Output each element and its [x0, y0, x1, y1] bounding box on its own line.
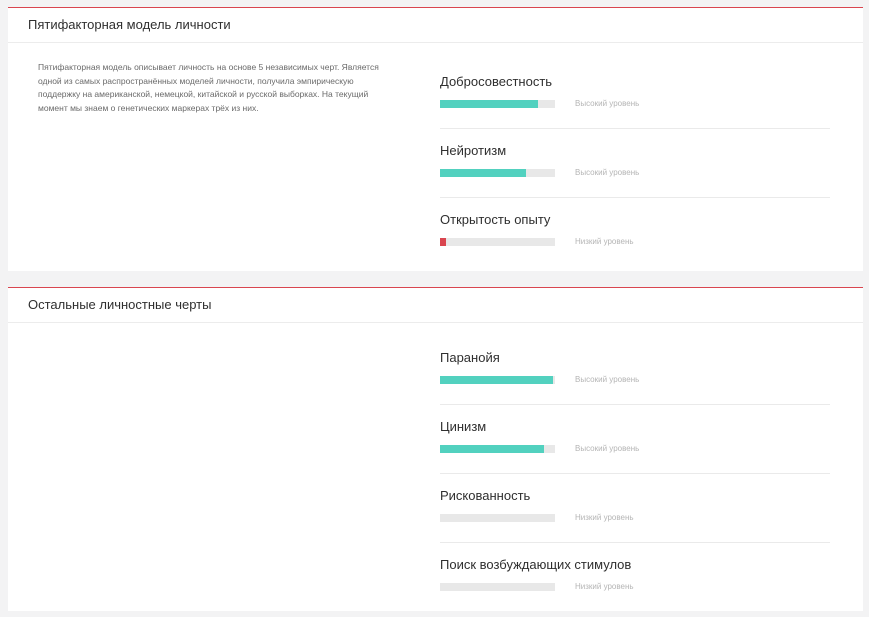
trait-level-label: Низкий уровень: [575, 513, 634, 522]
trait-name: Рискованность: [440, 488, 531, 503]
trait-level-label: Низкий уровень: [575, 582, 634, 591]
trait-level-fill: [440, 169, 527, 177]
trait-level-bar: [440, 238, 555, 246]
trait-item: Добросовестность Высокий уровень: [440, 60, 830, 129]
trait-item: Паранойя Высокий уровень: [440, 336, 830, 405]
section-title: Остальные личностные черты: [8, 288, 863, 323]
trait-name: Цинизм: [440, 419, 487, 434]
trait-level-fill: [440, 445, 544, 453]
trait-name: Нейротизм: [440, 143, 507, 158]
trait-level-label: Высокий уровень: [575, 99, 640, 108]
trait-name: Открытость опыту: [440, 212, 551, 227]
trait-level-bar: [440, 169, 555, 177]
trait-list: Паранойя Высокий уровень Цинизм Высокий …: [440, 336, 830, 611]
trait-level-label: Высокий уровень: [575, 444, 640, 453]
trait-level-bar: [440, 514, 555, 522]
trait-name: Поиск возбуждающих стимулов: [440, 557, 632, 572]
trait-level-bar: [440, 376, 555, 384]
other-traits-card: Остальные личностные черты Паранойя Высо…: [8, 287, 863, 611]
big-five-card: Пятифакторная модель личности Пятифактор…: [8, 7, 863, 271]
trait-level-label: Высокий уровень: [575, 375, 640, 384]
trait-level-bar: [440, 445, 555, 453]
trait-level-bar: [440, 583, 555, 591]
trait-item: Открытость опыту Низкий уровень: [440, 198, 830, 266]
trait-item: Поиск возбуждающих стимулов Низкий урове…: [440, 543, 830, 611]
trait-level-bar: [440, 100, 555, 108]
trait-level-label: Низкий уровень: [575, 237, 634, 246]
trait-level-fill: [440, 376, 553, 384]
section-title: Пятифакторная модель личности: [8, 8, 863, 43]
trait-name: Добросовестность: [440, 74, 553, 89]
trait-item: Цинизм Высокий уровень: [440, 405, 830, 474]
trait-item: Рискованность Низкий уровень: [440, 474, 830, 543]
trait-name: Паранойя: [440, 350, 500, 365]
trait-level-fill: [440, 238, 446, 246]
section-description: Пятифакторная модель описывает личность …: [38, 62, 379, 113]
trait-level-fill: [440, 100, 538, 108]
trait-list: Добросовестность Высокий уровень Нейроти…: [440, 60, 830, 266]
trait-item: Нейротизм Высокий уровень: [440, 129, 830, 198]
trait-level-label: Высокий уровень: [575, 168, 640, 177]
